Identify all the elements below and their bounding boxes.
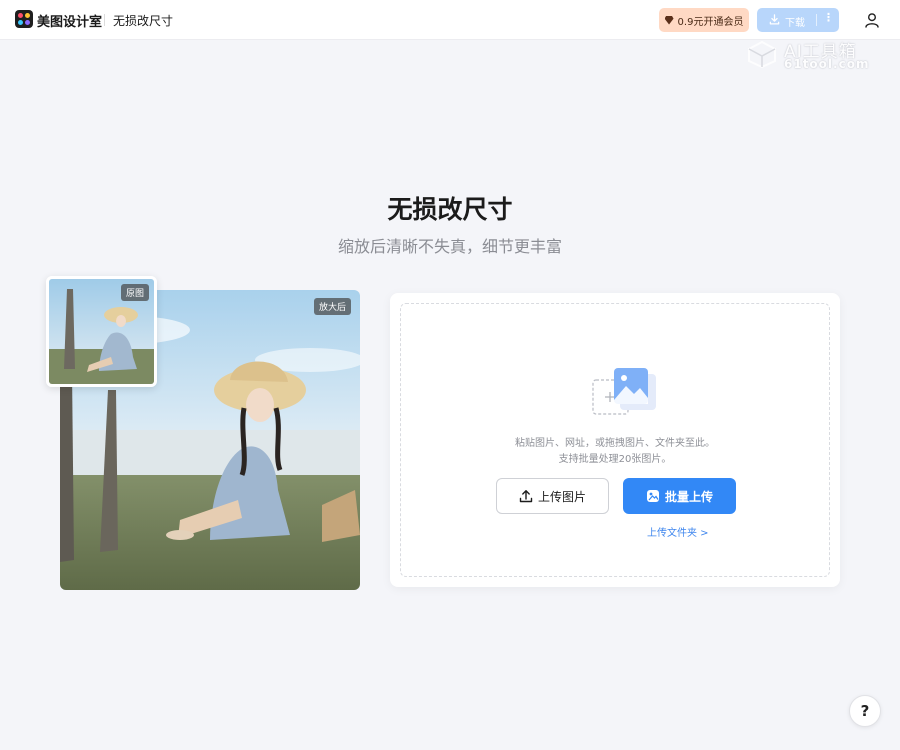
brand-name[interactable]: 美图设计室 [37, 11, 102, 30]
header-divider [104, 14, 105, 26]
vip-button[interactable]: 0.9元开通会员 [659, 8, 749, 32]
batch-upload-button[interactable]: 批量上传 [623, 478, 736, 514]
top-bar: 美图设计室 无损改尺寸 0.9元开通会员 下载 ⋮ [0, 0, 900, 40]
download-separator [816, 14, 817, 26]
upload-folder-link[interactable]: 上传文件夹 > [647, 524, 709, 539]
brand-logo-icon[interactable] [15, 10, 33, 28]
download-button[interactable]: 下载 ⋮ [757, 8, 839, 32]
upload-image-label: 上传图片 [537, 489, 586, 504]
help-button[interactable]: ? [849, 695, 881, 727]
page-crumb: 无损改尺寸 [113, 14, 174, 28]
download-label: 下载 [785, 18, 805, 29]
after-tag: 放大后 [314, 298, 352, 315]
page-subtitle: 缩放后清晰不失真，细节更丰富 [337, 237, 562, 256]
gem-icon [664, 15, 674, 25]
download-more-icon[interactable]: ⋮ [823, 11, 834, 24]
user-icon [865, 13, 879, 28]
download-icon [769, 14, 780, 25]
vip-button-label: 0.9元开通会员 [677, 16, 744, 28]
before-tag: 原图 [121, 284, 150, 301]
watermark-cube-icon [748, 40, 776, 68]
batch-upload-label: 批量上传 [664, 489, 713, 504]
upload-icon [519, 490, 533, 503]
help-icon: ? [860, 702, 870, 720]
upload-card: 粘贴图片、网址，或拖拽图片、文件夹至此。 支持批量处理20张图片。 上传图片 批… [390, 293, 840, 587]
before-image: 原图 [46, 276, 157, 387]
upload-hint-line1: 粘贴图片、网址，或拖拽图片、文件夹至此。 [515, 438, 715, 449]
batch-upload-icon [646, 490, 659, 502]
page-title: 无损改尺寸 [387, 195, 513, 224]
upload-hint-line2: 支持批量处理20张图片。 [558, 454, 672, 465]
user-avatar[interactable] [860, 8, 884, 32]
watermark: AI工具箱 61tool.com [744, 36, 870, 72]
upload-dropzone[interactable]: 粘贴图片、网址，或拖拽图片、文件夹至此。 支持批量处理20张图片。 上传图片 批… [400, 303, 830, 577]
upload-image-button[interactable]: 上传图片 [496, 478, 609, 514]
image-stack-icon [592, 368, 656, 415]
watermark-domain: 61tool.com [784, 57, 870, 71]
